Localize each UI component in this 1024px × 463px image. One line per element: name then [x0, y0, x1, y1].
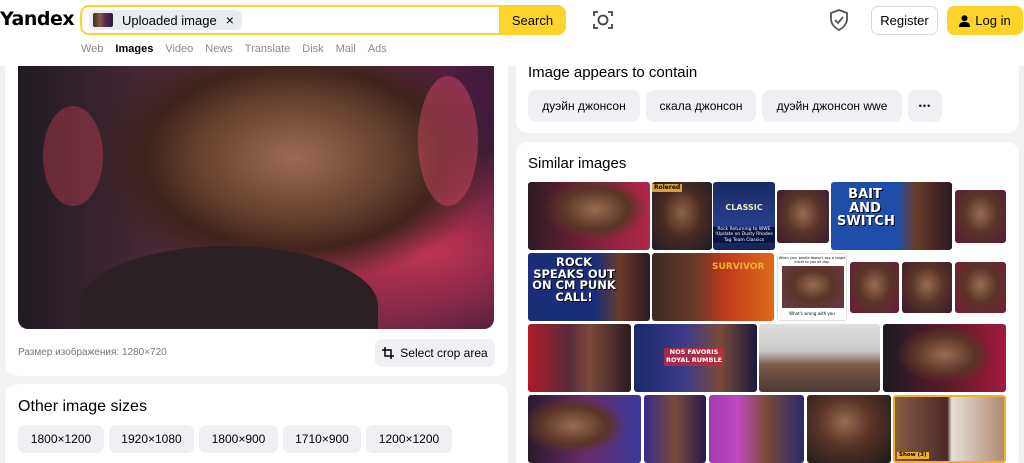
similar-image-thumb[interactable] — [644, 395, 706, 463]
size-option[interactable]: 1800×900 — [199, 425, 278, 453]
similar-image-thumb[interactable] — [902, 262, 952, 313]
uploaded-image-chip[interactable]: Uploaded image × — [89, 10, 242, 30]
uploaded-image-thumbnail — [93, 13, 113, 27]
similar-image-thumb[interactable]: NOS FAVORIS ROYAL RUMBLE — [634, 324, 757, 392]
thumb-caption: ROCK SPEAKS OUT ON CM PUNK CALL! — [532, 255, 616, 305]
similar-image-thumb[interactable]: ROCK SPEAKS OUT ON CM PUNK CALL! — [528, 253, 650, 321]
size-option[interactable]: 1920×1080 — [109, 425, 194, 453]
search-button[interactable]: Search — [499, 5, 566, 35]
thumb-caption: When your bestie doesn't say a single in… — [778, 256, 846, 265]
similar-image-thumb[interactable]: BAIT AND SWITCH — [831, 182, 952, 250]
similar-image-thumb[interactable] — [955, 190, 1006, 243]
similar-image-thumb[interactable] — [528, 324, 631, 392]
image-size-text: Размер изображения: 1280×720 — [18, 347, 167, 358]
close-icon[interactable]: × — [226, 12, 234, 28]
thumb-caption: BAIT AND SWITCH — [837, 187, 895, 230]
similar-image-thumb[interactable]: CLASSIC Rock Returning to WWE !Update on… — [713, 182, 775, 250]
thumb-caption: SURVIVOR — [712, 262, 765, 272]
similar-image-thumb[interactable] — [528, 395, 641, 463]
shield-check-icon[interactable] — [829, 9, 849, 31]
size-option[interactable]: 1800×1200 — [18, 425, 104, 453]
similar-image-thumb[interactable] — [709, 395, 804, 463]
similar-image-thumb[interactable]: SURVIVOR — [652, 253, 774, 321]
similar-image-thumb[interactable] — [807, 395, 891, 463]
thumb-badge: Rolered — [652, 184, 683, 192]
similar-images-title: Similar images — [528, 155, 627, 172]
meme-photo — [782, 266, 844, 308]
similar-image-thumb[interactable] — [759, 324, 880, 392]
thumb-caption: NOS FAVORIS ROYAL RUMBLE — [664, 348, 724, 366]
thumb-caption: What's wrong with you — [789, 311, 835, 316]
entity-tag[interactable]: дуэйн джонсон wwe — [762, 90, 902, 122]
uploaded-image-label: Uploaded image — [122, 12, 217, 28]
other-sizes-title: Other image sizes — [18, 398, 147, 415]
select-crop-area-label: Select crop area — [400, 346, 488, 360]
yandex-logo[interactable]: Yandex — [0, 8, 75, 30]
entity-tag[interactable]: дуэйн джонсон — [528, 90, 640, 122]
similar-image-thumb[interactable]: Show (3) — [893, 395, 1006, 463]
select-crop-area-button[interactable]: Select crop area — [375, 339, 495, 367]
show-more-badge[interactable]: Show (3) — [897, 451, 929, 459]
similar-image-thumb[interactable]: When your bestie doesn't say a single in… — [777, 253, 847, 321]
login-label: Log in — [975, 13, 1011, 28]
stage-light — [43, 106, 103, 206]
similar-image-thumb[interactable] — [777, 190, 829, 243]
query-image[interactable] — [18, 66, 494, 329]
image-subject — [78, 246, 378, 329]
size-option[interactable]: 1710×900 — [283, 425, 361, 453]
size-option[interactable]: 1200×1200 — [366, 425, 452, 453]
similar-image-thumb[interactable] — [883, 324, 1006, 392]
search-box[interactable]: Uploaded image × Search — [80, 5, 566, 35]
similar-image-thumb[interactable] — [528, 182, 650, 250]
login-button[interactable]: Log in — [947, 6, 1023, 35]
camera-lens-icon[interactable] — [592, 9, 614, 31]
crop-icon — [382, 347, 395, 359]
thumb-caption: Rock Returning to WWE !Update on Dusty R… — [713, 227, 775, 244]
similar-image-thumb[interactable] — [955, 262, 1006, 313]
entity-tag[interactable]: скала джонсон — [646, 90, 756, 122]
similar-image-thumb[interactable] — [850, 262, 899, 313]
similar-image-thumb[interactable]: Rolered — [652, 182, 712, 250]
thumb-caption: CLASSIC — [725, 203, 763, 212]
register-button[interactable]: Register — [871, 6, 938, 35]
image-contains-title: Image appears to contain — [528, 64, 698, 81]
user-icon — [959, 14, 971, 27]
more-tags-button[interactable]: ••• — [908, 90, 942, 122]
stage-light — [418, 76, 478, 206]
